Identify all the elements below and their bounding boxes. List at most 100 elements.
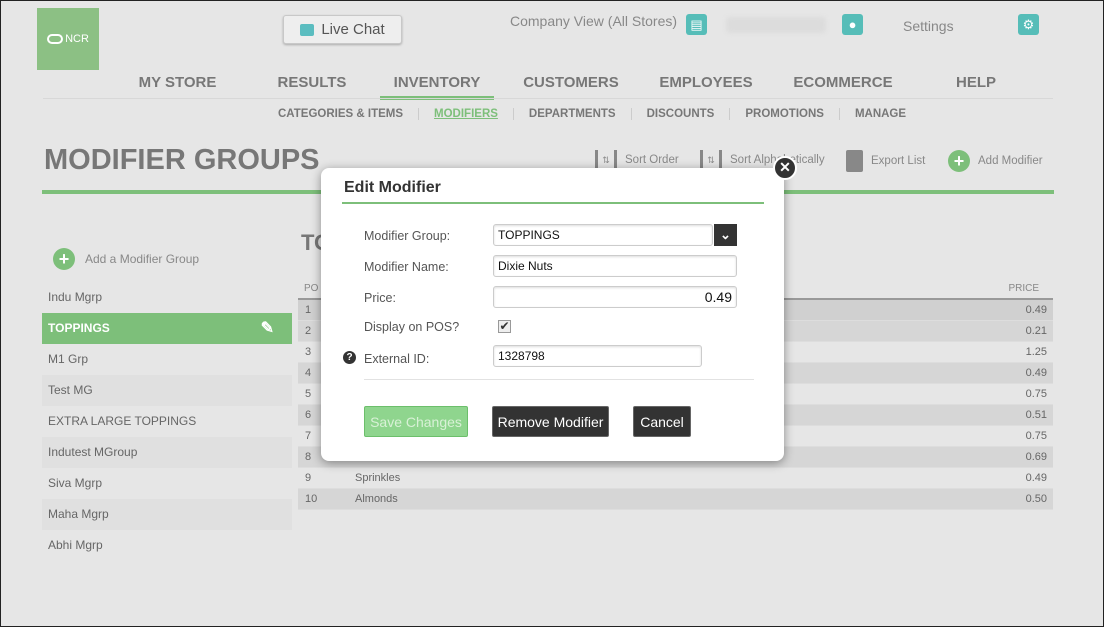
subnav-discounts[interactable]: DISCOUNTS bbox=[630, 108, 730, 120]
cell-price: 0.50 bbox=[1025, 493, 1047, 505]
subnav-manage[interactable]: MANAGE bbox=[838, 108, 921, 120]
cancel-button[interactable]: Cancel bbox=[633, 406, 691, 437]
user-name-blurred bbox=[726, 17, 826, 33]
cell-name: Sprinkles bbox=[355, 472, 401, 484]
group-label: Indu Mgrp bbox=[48, 290, 103, 304]
page-title: MODIFIER GROUPS bbox=[44, 144, 320, 176]
price-input[interactable]: 0.49 bbox=[493, 286, 737, 308]
document-icon bbox=[846, 150, 863, 172]
nav-customers[interactable]: CUSTOMERS bbox=[494, 74, 648, 100]
nav-help[interactable]: HELP bbox=[922, 74, 1030, 100]
cell-price: 0.21 bbox=[1025, 325, 1047, 337]
group-label: M1 Grp bbox=[48, 352, 89, 366]
cell-name: Almonds bbox=[355, 493, 398, 505]
price-label: Price: bbox=[364, 291, 396, 305]
dialog-footer-divider bbox=[364, 379, 754, 380]
cell-price: 0.75 bbox=[1025, 388, 1047, 400]
nav-employees[interactable]: EMPLOYEES bbox=[648, 74, 764, 100]
group-label: EXTRA LARGE TOPPINGS bbox=[48, 414, 197, 428]
remove-modifier-button[interactable]: Remove Modifier bbox=[492, 406, 609, 437]
group-item[interactable]: Indutest MGroup bbox=[42, 437, 292, 468]
close-icon[interactable]: ✕ bbox=[773, 156, 797, 180]
group-label: Abhi Mgrp bbox=[48, 538, 103, 552]
settings-link[interactable]: Settings bbox=[903, 18, 954, 34]
nav-inventory[interactable]: INVENTORY bbox=[380, 74, 494, 100]
group-label: TOPPINGS bbox=[48, 321, 110, 335]
col-price[interactable]: PRICE bbox=[1008, 279, 1039, 298]
cell-price: 0.49 bbox=[1025, 304, 1047, 316]
live-chat-button[interactable]: Live Chat bbox=[283, 15, 402, 44]
gear-icon[interactable]: ⚙ bbox=[1018, 14, 1039, 35]
sub-nav: CATEGORIES & ITEMS MODIFIERS DEPARTMENTS… bbox=[263, 108, 921, 120]
cell-price: 0.75 bbox=[1025, 430, 1047, 442]
user-icon[interactable]: ● bbox=[842, 14, 863, 35]
subnav-modifiers[interactable]: MODIFIERS bbox=[418, 108, 513, 120]
dialog-divider bbox=[342, 202, 764, 204]
group-item-selected[interactable]: TOPPINGS ✎ bbox=[42, 313, 292, 344]
group-item[interactable]: Test MG bbox=[42, 375, 292, 406]
app-window: NCR Live Chat Company View (All Stores) … bbox=[0, 0, 1104, 627]
edit-modifier-dialog: Edit Modifier Modifier Group: TOPPINGS ⌄… bbox=[321, 168, 784, 461]
display-on-pos-label: Display on POS? bbox=[364, 320, 460, 334]
export-list-button[interactable]: Export List bbox=[846, 150, 925, 172]
subnav-promotions[interactable]: PROMOTIONS bbox=[729, 108, 839, 120]
cell-price: 0.51 bbox=[1025, 409, 1047, 421]
add-modifier-button[interactable]: + Add Modifier bbox=[948, 150, 1043, 172]
dialog-title: Edit Modifier bbox=[344, 179, 441, 196]
main-nav: MY STORE RESULTS INVENTORY CUSTOMERS EMP… bbox=[111, 74, 1030, 100]
nav-divider bbox=[43, 98, 1053, 99]
help-icon[interactable]: ? bbox=[343, 351, 356, 364]
cell-pos: 9 bbox=[305, 472, 312, 484]
modifier-group-select[interactable]: TOPPINGS bbox=[493, 224, 713, 246]
chevron-down-icon[interactable]: ⌄ bbox=[714, 224, 737, 246]
nav-my-store[interactable]: MY STORE bbox=[111, 74, 244, 100]
group-label: Test MG bbox=[48, 383, 93, 397]
cell-price: 1.25 bbox=[1025, 346, 1047, 358]
col-position[interactable]: PO bbox=[304, 279, 318, 298]
plus-icon: + bbox=[948, 150, 970, 172]
sort-icon: ⇅ bbox=[595, 150, 617, 170]
table-row[interactable]: 9 Sprinkles 0.49 bbox=[298, 468, 1053, 489]
save-changes-button[interactable]: Save Changes bbox=[364, 406, 468, 437]
sort-order-label: Sort Order bbox=[625, 154, 679, 166]
table-row[interactable]: 10 Almonds 0.50 bbox=[298, 489, 1053, 510]
group-list: Indu Mgrp TOPPINGS ✎ M1 Grp Test MG EXTRA… bbox=[42, 282, 292, 561]
nav-ecommerce[interactable]: ECOMMERCE bbox=[764, 74, 922, 100]
cell-pos: 10 bbox=[305, 493, 318, 505]
group-item[interactable]: Siva Mgrp bbox=[42, 468, 292, 499]
modifier-group-label: Modifier Group: bbox=[364, 229, 451, 243]
modifier-name-label: Modifier Name: bbox=[364, 260, 449, 274]
modifier-name-input[interactable]: Dixie Nuts bbox=[493, 255, 737, 277]
subnav-categories[interactable]: CATEGORIES & ITEMS bbox=[263, 108, 418, 120]
export-label: Export List bbox=[871, 155, 926, 167]
sort-alpha-icon: ⇅ bbox=[700, 150, 722, 170]
live-chat-label: Live Chat bbox=[321, 21, 385, 38]
cell-price: 0.49 bbox=[1025, 472, 1047, 484]
group-label: Siva Mgrp bbox=[48, 476, 103, 490]
add-modifier-label: Add Modifier bbox=[978, 155, 1043, 167]
cell-price: 0.49 bbox=[1025, 367, 1047, 379]
company-view-label[interactable]: Company View (All Stores) bbox=[510, 13, 677, 29]
add-group-button[interactable]: + Add a Modifier Group bbox=[53, 248, 199, 270]
nav-results[interactable]: RESULTS bbox=[244, 74, 380, 100]
cell-price: 0.69 bbox=[1025, 451, 1047, 463]
group-label: Indutest MGroup bbox=[48, 445, 138, 459]
ncr-logo-icon bbox=[47, 34, 64, 44]
sort-order-button[interactable]: ⇅ Sort Order bbox=[595, 150, 679, 170]
external-id-label: External ID: bbox=[364, 352, 430, 366]
pencil-icon[interactable]: ✎ bbox=[261, 313, 274, 344]
sort-alpha-button[interactable]: ⇅Sort Alphabetically bbox=[700, 150, 825, 170]
ncr-logo[interactable]: NCR bbox=[37, 8, 99, 70]
chat-bubble-icon bbox=[300, 23, 315, 36]
group-label: Maha Mgrp bbox=[48, 507, 109, 521]
group-item[interactable]: Abhi Mgrp bbox=[42, 530, 292, 561]
group-item[interactable]: M1 Grp bbox=[42, 344, 292, 375]
display-on-pos-checkbox[interactable]: ✔ bbox=[498, 320, 511, 333]
external-id-input[interactable]: 1328798 bbox=[493, 345, 702, 367]
group-item[interactable]: Maha Mgrp bbox=[42, 499, 292, 530]
group-item[interactable]: Indu Mgrp bbox=[42, 282, 292, 313]
subnav-departments[interactable]: DEPARTMENTS bbox=[512, 108, 631, 120]
group-item[interactable]: EXTRA LARGE TOPPINGS bbox=[42, 406, 292, 437]
plus-icon: + bbox=[53, 248, 75, 270]
store-icon[interactable]: ▤ bbox=[686, 14, 707, 35]
